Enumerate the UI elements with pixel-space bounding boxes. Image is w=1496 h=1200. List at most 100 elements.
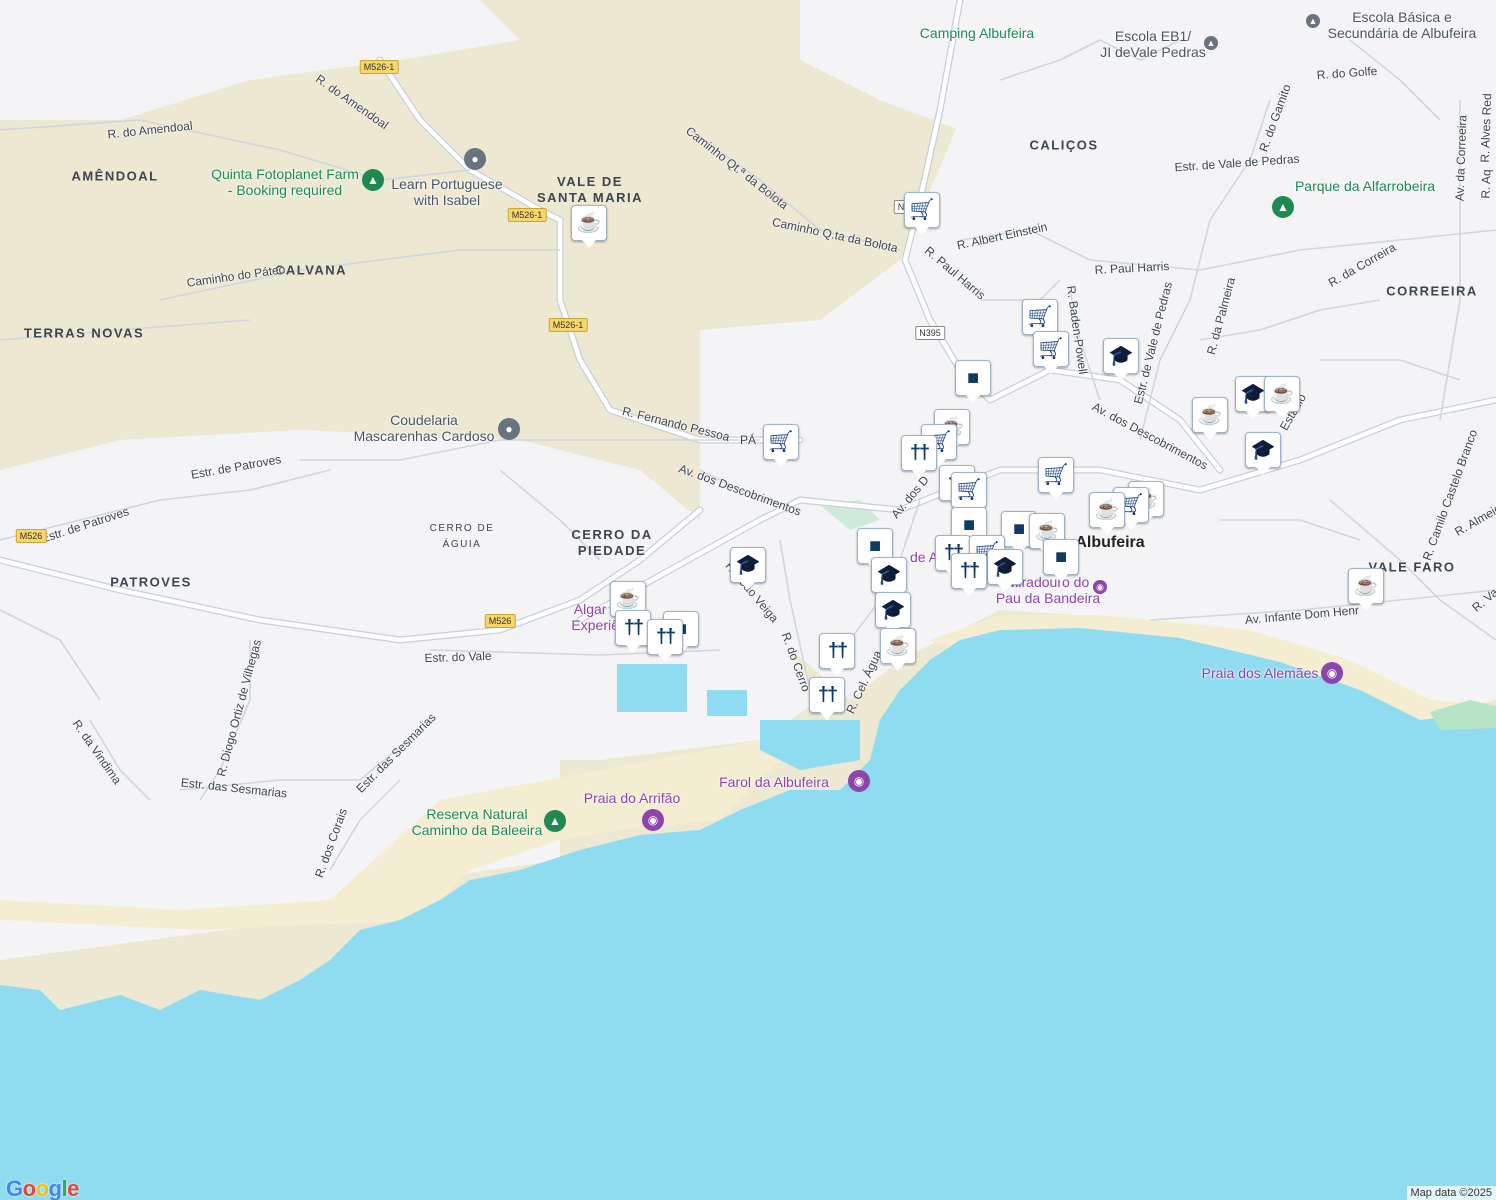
bag-icon: ■ [1054, 546, 1068, 568]
cart-icon: 🛒 [1027, 306, 1053, 328]
marker-restaurant[interactable]: †† [819, 633, 855, 676]
marina-basin-1 [617, 664, 687, 712]
marker-restaurant[interactable]: †† [647, 619, 683, 662]
school-icon: ▲ [1204, 36, 1218, 50]
marker-shop[interactable]: 🛒 [1022, 299, 1058, 342]
marker-school[interactable]: 🎓 [730, 547, 766, 590]
marker-shop[interactable]: 🛒 [1038, 457, 1074, 500]
marker-shop[interactable]: 🛒 [763, 424, 799, 467]
fork-icon: †† [827, 640, 848, 662]
area-label-amendoal: AMÊNDOAL [71, 168, 159, 184]
marker-shop[interactable]: 🛒 [951, 472, 987, 515]
fork-icon: †† [959, 560, 980, 582]
marker-cafe[interactable]: ☕ [880, 628, 916, 671]
fork-icon: †† [655, 626, 676, 648]
tree-icon: ▲ [544, 810, 566, 832]
poi-praia-alemaes[interactable]: Praia dos Alemães [1202, 665, 1319, 681]
marker-restaurant[interactable]: †† [901, 435, 937, 478]
city-label-albufeira[interactable]: Albufeira [1075, 534, 1144, 552]
bag-icon: ■ [1012, 518, 1026, 540]
fork-icon: †† [623, 617, 644, 639]
marker-school[interactable]: 🎓 [987, 549, 1023, 592]
cup-icon: ☕ [1353, 575, 1379, 597]
camera-icon: ◉ [1093, 580, 1107, 594]
marker-school[interactable]: 🎓 [875, 592, 911, 635]
fork-icon: †† [909, 442, 930, 464]
school-icon: 🎓 [1108, 345, 1134, 367]
marker-store[interactable]: ■ [955, 360, 991, 403]
street-label: PÁ [739, 433, 757, 447]
cup-icon: ☕ [885, 635, 911, 657]
marker-cafe[interactable]: ☕ [1089, 492, 1125, 535]
road-shield: M526-1 [507, 208, 547, 222]
poi-reserva-natural[interactable]: Reserva Natural Caminho da Baleeira [412, 806, 543, 838]
road-shield: M526 [15, 529, 47, 543]
place-icon: ● [498, 418, 520, 440]
cart-icon: 🛒 [768, 431, 794, 453]
marker-cafe[interactable]: ☕ [571, 205, 607, 248]
google-logo: Google [6, 1176, 79, 1200]
poi-parque-alfarrobeira[interactable]: Parque da Alfarrobeira [1295, 178, 1435, 194]
poi-learn-portuguese[interactable]: Learn Portuguese with Isabel [391, 176, 502, 208]
school-icon: 🎓 [880, 599, 906, 621]
school-icon: 🎓 [992, 556, 1018, 578]
poi-coudelaria[interactable]: Coudelaria Mascarenhas Cardoso [354, 412, 495, 444]
place-icon: ● [464, 148, 486, 170]
cart-icon: 🛒 [1043, 464, 1069, 486]
map-attribution[interactable]: Map data ©2025 [1406, 1186, 1496, 1200]
poi-praia-arrifao[interactable]: Praia do Arrifão [584, 790, 681, 806]
bag-icon: ■ [962, 514, 976, 536]
area-label-cerro-agua: CERRO DE ÁGUIA [429, 523, 495, 550]
marker-restaurant[interactable]: †† [615, 610, 651, 653]
cart-icon: 🛒 [1038, 338, 1064, 360]
cup-icon: ☕ [1034, 520, 1060, 542]
marker-school[interactable]: 🎓 [1245, 432, 1281, 475]
marker-cafe[interactable]: ☕ [1264, 376, 1300, 419]
poi-quinta-fotoplanet[interactable]: Quinta Fotoplanet Farm - Booking require… [211, 166, 359, 198]
area-label-terras-novas: TERRAS NOVAS [23, 325, 145, 341]
poi-de-a[interactable]: de A [910, 549, 938, 565]
road-shield: M526 [484, 614, 516, 628]
marker-school[interactable]: 🎓 [871, 557, 907, 600]
tree-icon: ▲ [1272, 196, 1294, 218]
poi-escola-basica[interactable]: Escola Básica e Secundária de Albufeira [1328, 9, 1477, 41]
road-shield: M526-1 [359, 60, 399, 74]
cup-icon: ☕ [576, 212, 602, 234]
marker-shop[interactable]: 🛒 [904, 192, 940, 235]
marker-cafe[interactable]: ☕ [1348, 568, 1384, 611]
map-canvas[interactable]: AMÊNDOAL VALE DE SANTA MARIA CALVANA TER… [0, 0, 1496, 1200]
marker-shop[interactable]: 🛒 [1033, 331, 1069, 374]
street-label: R. Aq [1478, 169, 1494, 199]
camera-icon: ◉ [848, 770, 870, 792]
cart-icon: 🛒 [909, 199, 935, 221]
road-shield: N395 [915, 326, 945, 340]
poi-camping-albufeira[interactable]: Camping Albufeira [920, 25, 1034, 41]
camera-icon: ◉ [642, 809, 664, 831]
school-icon: 🎓 [1250, 439, 1276, 461]
marker-store[interactable]: ■ [1043, 539, 1079, 582]
marker-restaurant[interactable]: †† [809, 677, 845, 720]
school-icon: 🎓 [735, 554, 761, 576]
poi-farol-albufeira[interactable]: Farol da Albufeira [719, 774, 829, 790]
fork-icon: †† [817, 684, 838, 706]
poi-escola-eb1[interactable]: Escola EB1/ JI deVale Pedras [1100, 28, 1206, 60]
marker-cafe[interactable]: ☕ [1192, 397, 1228, 440]
bag-icon: ■ [868, 535, 882, 557]
area-label-calicos: CALIÇOS [1029, 137, 1099, 153]
cup-icon: ☕ [1197, 404, 1223, 426]
tree-icon: ▲ [362, 169, 384, 191]
school-icon: 🎓 [1240, 383, 1266, 405]
bag-icon: ■ [966, 367, 980, 389]
marker-school[interactable]: 🎓 [1103, 338, 1139, 381]
area-label-vale-santa-maria: VALE DE SANTA MARIA [536, 174, 644, 205]
marker-restaurant[interactable]: †† [951, 553, 987, 596]
cart-icon: 🛒 [956, 479, 982, 501]
school-icon: ▲ [1306, 14, 1320, 28]
cup-icon: ☕ [1269, 383, 1295, 405]
camera-icon: ◉ [1321, 662, 1343, 684]
area-label-correeira: CORREEIRA [1386, 283, 1478, 299]
marina-basin-2 [707, 690, 747, 716]
street-label: Estr. do Vale [424, 648, 492, 666]
cup-icon: ☕ [615, 588, 641, 610]
school-icon: 🎓 [876, 564, 902, 586]
